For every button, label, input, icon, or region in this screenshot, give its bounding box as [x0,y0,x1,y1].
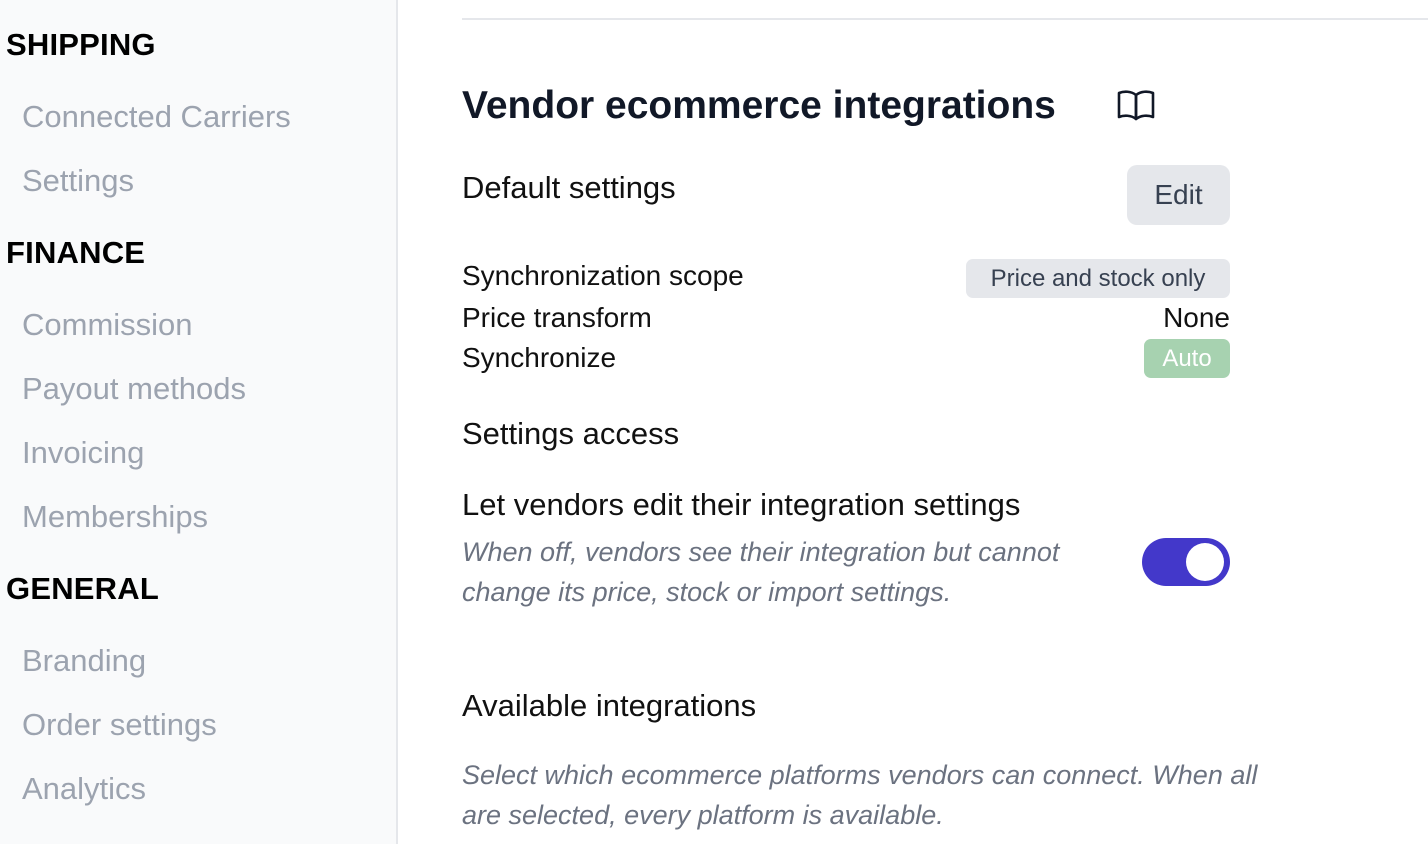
book-open-icon[interactable] [1117,88,1155,122]
price-transform-value: None [1163,302,1230,333]
vendor-edit-option-description: When off, vendors see their integration … [462,537,1060,607]
section-title-general: GENERAL [6,571,159,606]
sync-scope-badge: Price and stock only [966,259,1230,298]
section-title-finance: FINANCE [6,235,146,270]
section-title-shipping: SHIPPING [6,27,156,62]
sidebar-item-commission[interactable]: Commission [22,307,193,343]
available-integrations-description: Select which ecommerce platforms vendors… [462,760,1258,830]
sync-scope-label: Synchronization scope [462,260,744,291]
synchronize-status-badge: Auto [1144,339,1230,378]
sidebar-item-invoicing[interactable]: Invoicing [22,435,144,471]
toggle-knob [1186,543,1224,581]
edit-button[interactable]: Edit [1127,165,1230,225]
sidebar: SHIPPING Connected Carriers Settings FIN… [0,0,398,844]
sidebar-item-shipping-settings[interactable]: Settings [22,163,134,199]
divider [462,18,1428,20]
synchronize-label: Synchronize [462,342,617,373]
settings-access-heading: Settings access [462,416,680,451]
sidebar-item-order-settings[interactable]: Order settings [22,707,217,743]
main-content: Vendor ecommerce integrations Default se… [462,0,1428,844]
sidebar-item-connected-carriers[interactable]: Connected Carriers [22,99,291,135]
sidebar-item-branding[interactable]: Branding [22,643,146,679]
sidebar-item-memberships[interactable]: Memberships [22,499,208,535]
available-integrations-heading: Available integrations [462,688,757,723]
price-transform-label: Price transform [462,302,652,333]
vendor-edit-toggle[interactable] [1142,538,1230,586]
sidebar-item-analytics[interactable]: Analytics [22,771,146,807]
sidebar-item-payout-methods[interactable]: Payout methods [22,371,246,407]
default-settings-heading: Default settings [462,170,676,205]
page-title: Vendor ecommerce integrations [462,84,1056,127]
vendor-edit-option-title: Let vendors edit their integration setti… [462,487,1021,522]
